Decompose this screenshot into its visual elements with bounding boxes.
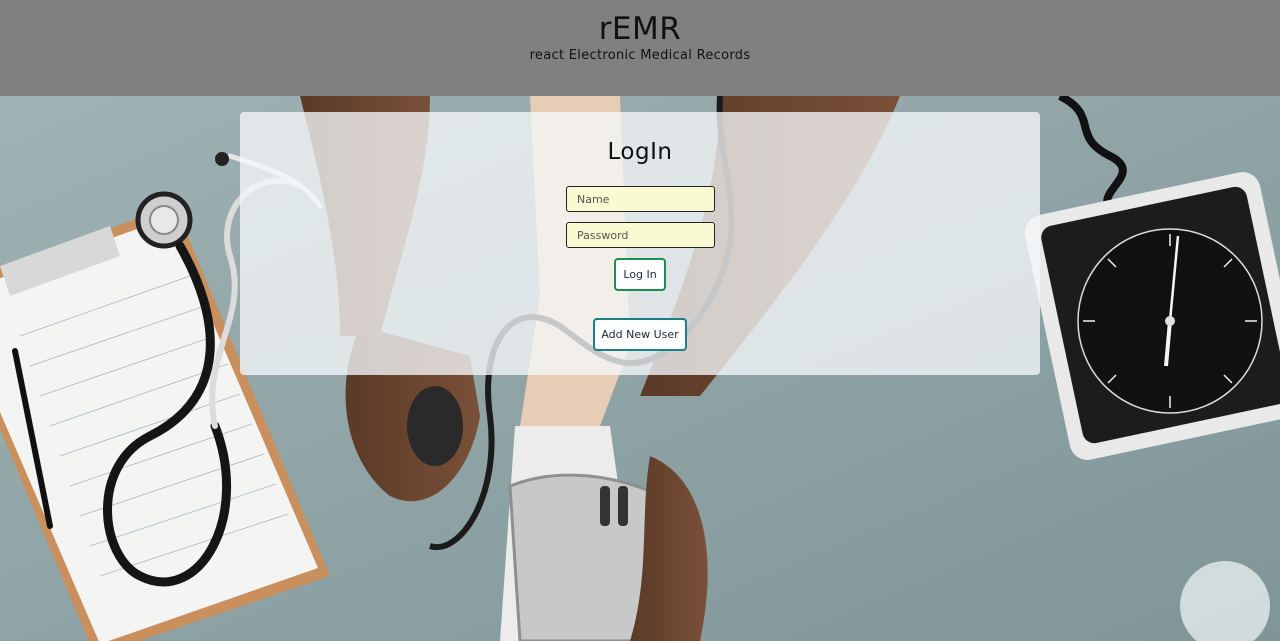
app-subtitle: react Electronic Medical Records: [529, 48, 751, 63]
app-header: rEMR react Electronic Medical Records: [0, 0, 1280, 96]
login-button[interactable]: Log In: [614, 258, 666, 291]
add-new-user-button[interactable]: Add New User: [593, 318, 687, 351]
app-title: rEMR: [598, 11, 682, 47]
login-title: LogIn: [607, 139, 673, 165]
password-input[interactable]: [566, 222, 715, 248]
name-input[interactable]: [566, 186, 715, 212]
